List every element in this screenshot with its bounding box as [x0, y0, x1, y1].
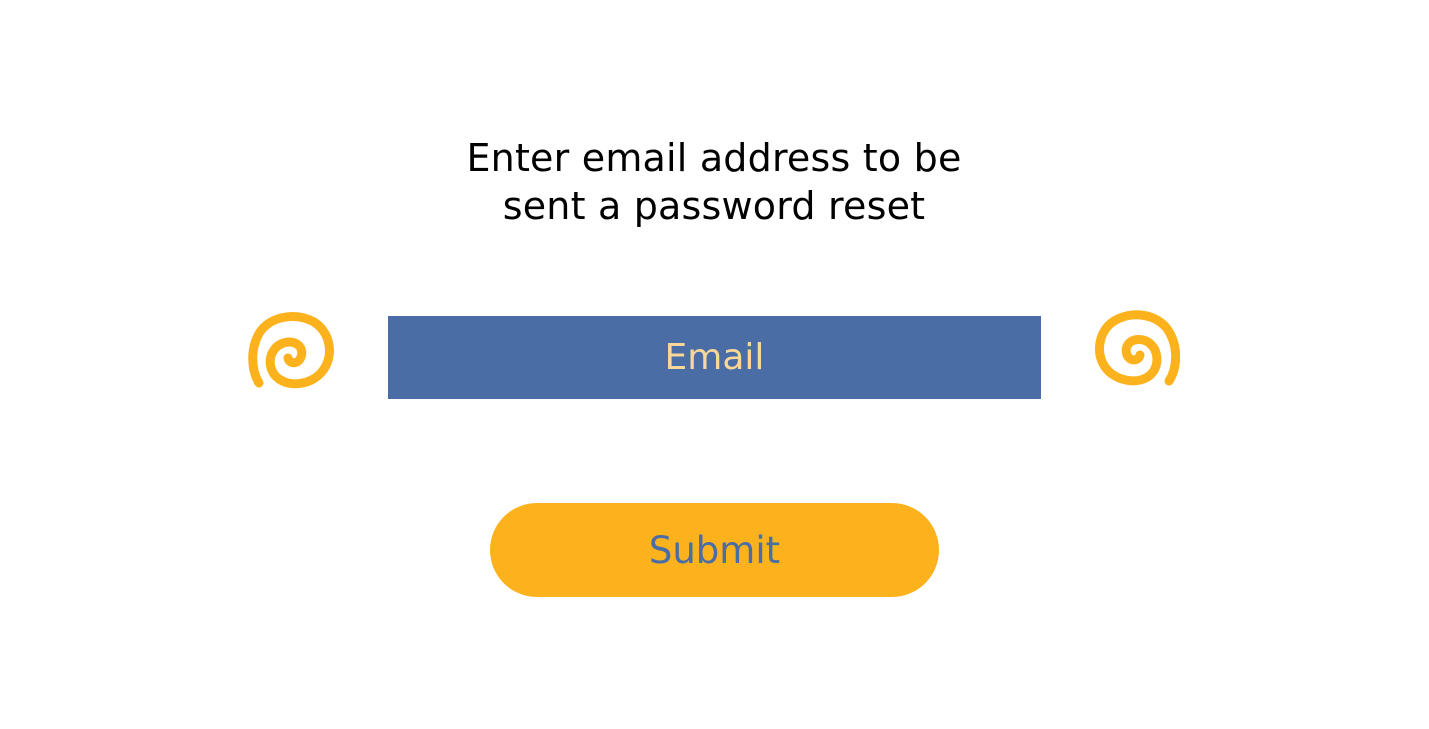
swirl-icon: [248, 312, 334, 389]
instructions-line-2: sent a password reset: [502, 184, 926, 228]
email-field[interactable]: [388, 316, 1041, 399]
instructions-text: Enter email address to be sent a passwor…: [414, 134, 1014, 230]
submit-button[interactable]: Submit: [490, 503, 939, 597]
swirl-right-path: [1095, 310, 1181, 386]
swirl-left-path: [248, 312, 334, 389]
swirl-icon: [1095, 310, 1181, 386]
instructions-line-1: Enter email address to be: [466, 136, 962, 180]
